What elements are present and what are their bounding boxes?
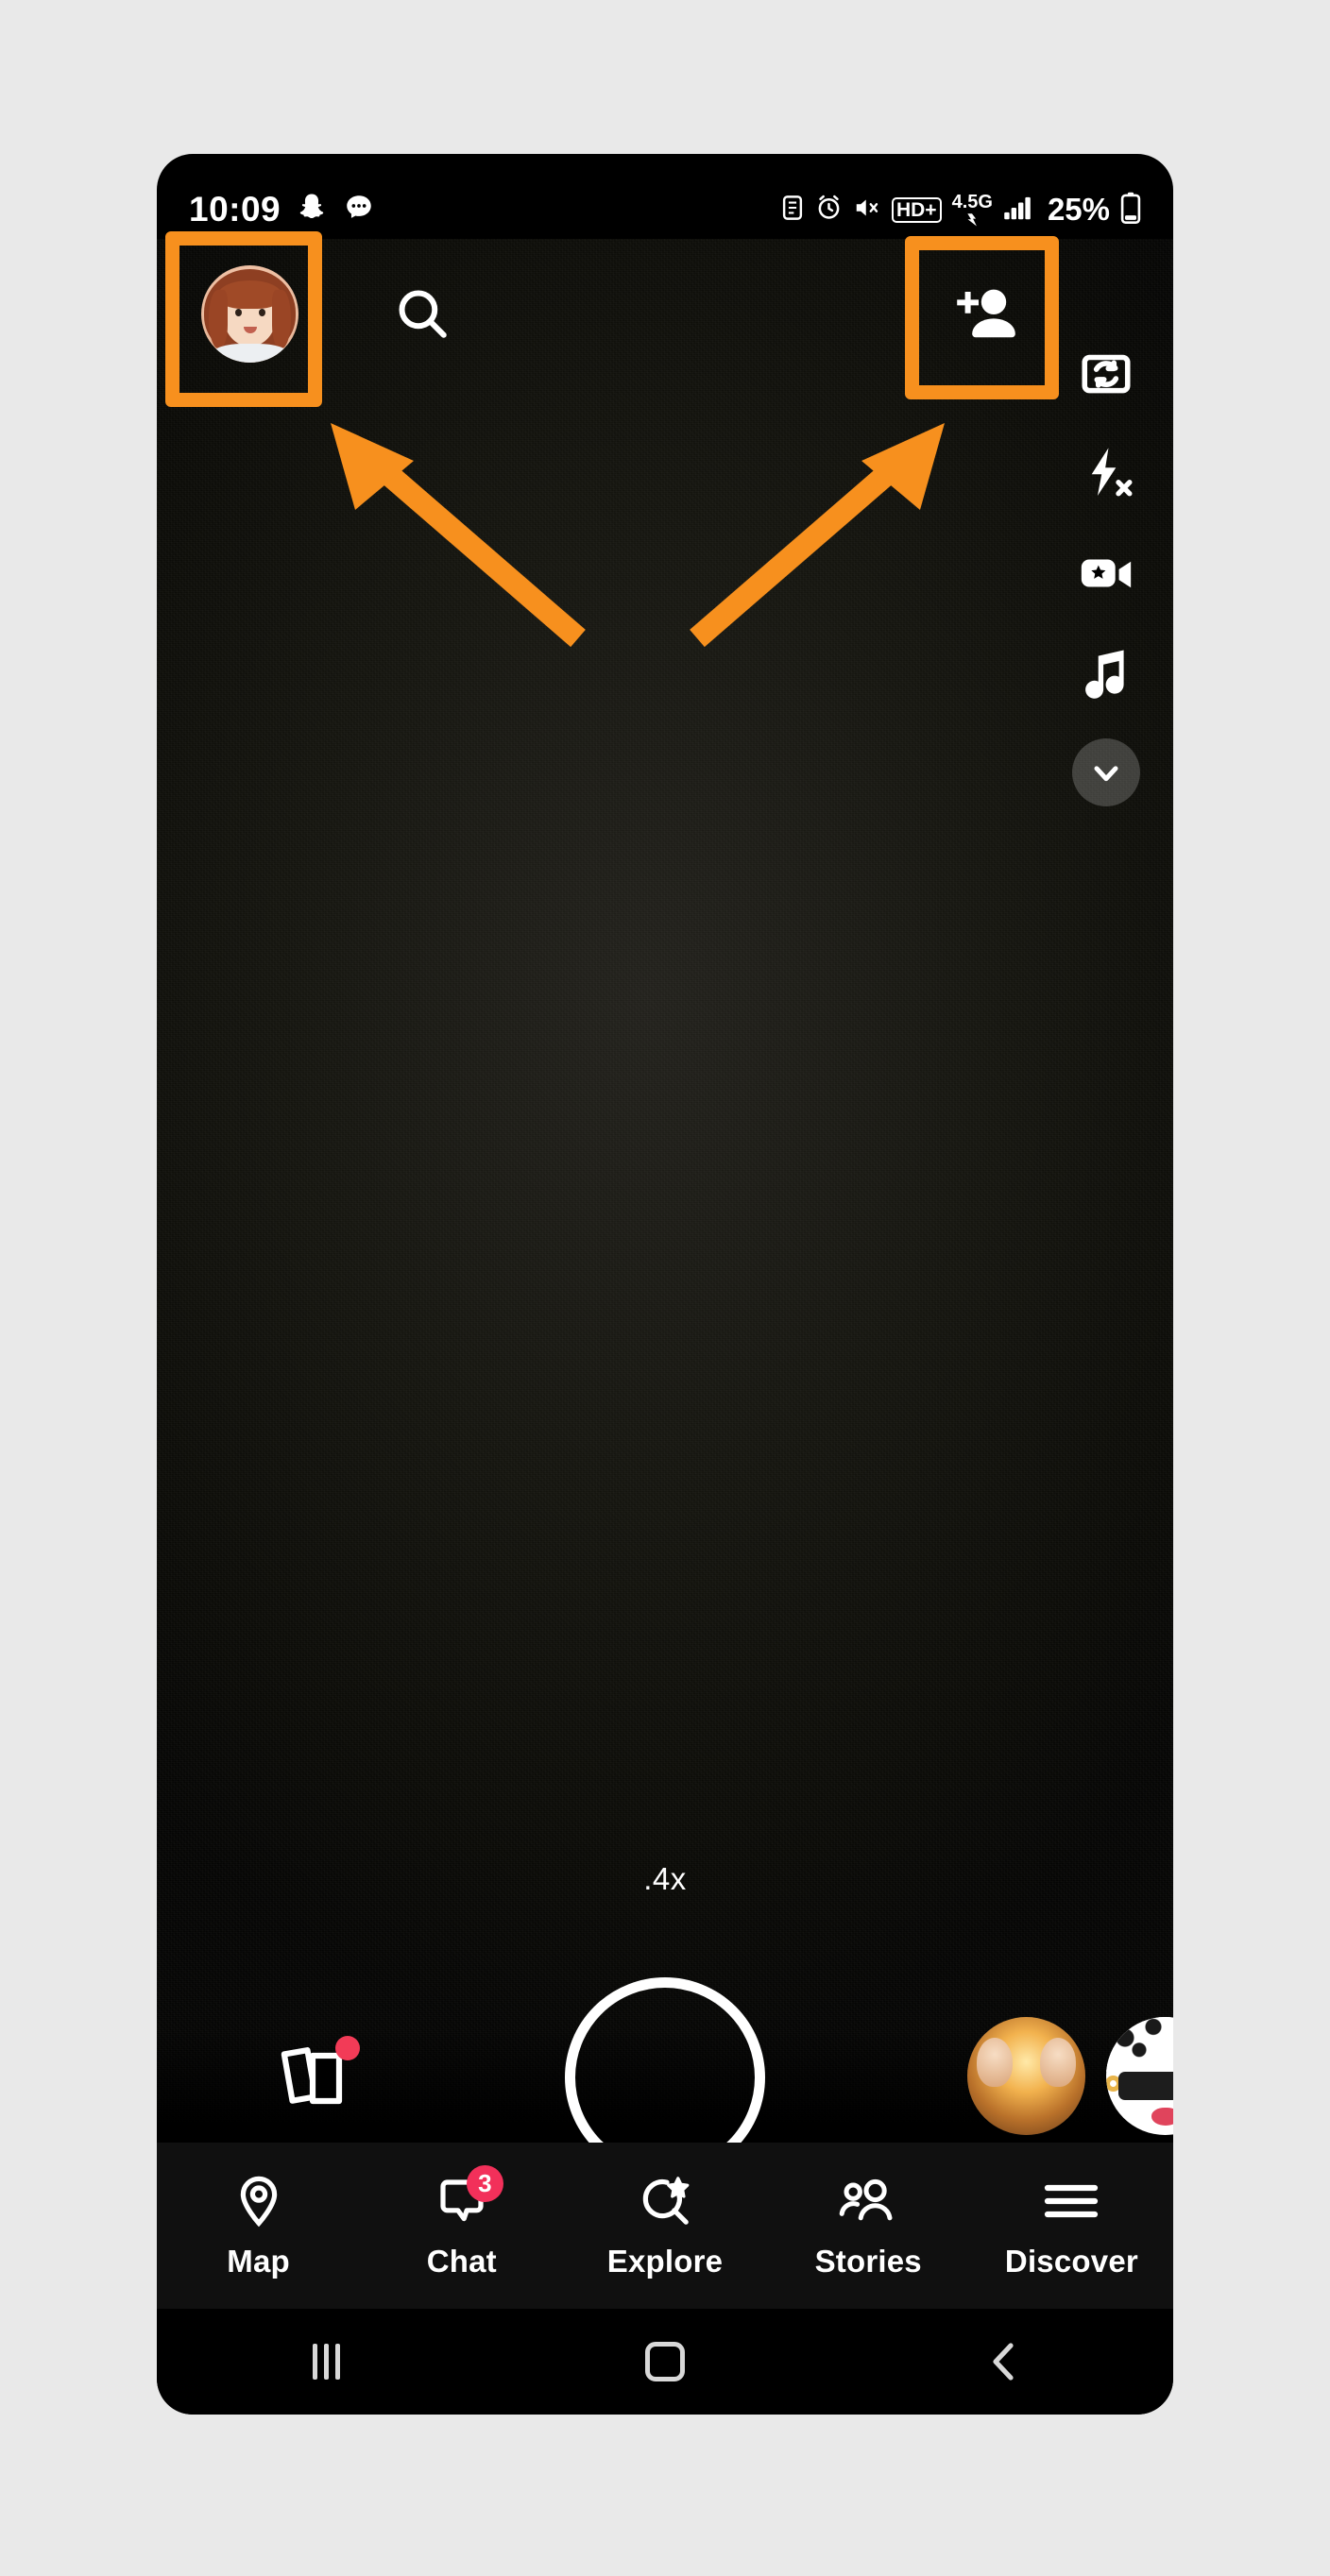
lens-thumbnail-1-image xyxy=(967,2017,1085,2135)
flash-off-icon[interactable] xyxy=(1072,438,1140,506)
nav-label-map: Map xyxy=(227,2244,290,2279)
mute-icon xyxy=(853,195,881,226)
screenshot-canvas: 10:09 HD+ 4.5G 25% .4x Map 3 Chat Explor… xyxy=(0,0,1330,2576)
recents-bar-1 xyxy=(312,2344,317,2380)
arrow-to-avatar xyxy=(331,423,586,648)
chat-unread-badge: 3 xyxy=(466,2165,503,2202)
viewfinder-noise xyxy=(157,239,1173,2143)
chat-bubble-status-icon xyxy=(343,192,375,229)
recents-bar-2 xyxy=(323,2344,329,2380)
bottom-nav-bar: Map 3 Chat Explore Stories Discover xyxy=(157,2143,1173,2309)
lens-2-spots xyxy=(1106,2017,1173,2072)
status-bar-left: 10:09 xyxy=(189,190,375,229)
lens-thumbnail-2[interactable] xyxy=(1106,2017,1173,2135)
map-pin-icon xyxy=(228,2172,290,2230)
search-icon[interactable] xyxy=(393,284,452,343)
music-note-icon[interactable] xyxy=(1072,638,1140,706)
memories-icon[interactable] xyxy=(275,2036,360,2111)
zoom-level-label: .4x xyxy=(643,1861,687,1896)
hd-plus-icon: HD+ xyxy=(891,196,942,223)
memories-unread-dot xyxy=(335,2036,360,2060)
nav-label-discover: Discover xyxy=(1004,2244,1138,2279)
recents-bar-3 xyxy=(334,2344,340,2380)
lens-2-lips xyxy=(1151,2108,1173,2126)
lens-thumbnail-1[interactable] xyxy=(967,2017,1085,2135)
system-nav-bar xyxy=(157,2309,1173,2415)
chevron-down-icon[interactable] xyxy=(1072,738,1140,806)
lens-thumbnail-2-image xyxy=(1106,2017,1173,2135)
stories-people-icon xyxy=(837,2172,899,2230)
nav-item-chat[interactable]: 3 Chat xyxy=(360,2143,563,2309)
nav-item-stories[interactable]: Stories xyxy=(767,2143,970,2309)
highlight-avatar xyxy=(165,231,322,407)
nav-label-chat: Chat xyxy=(426,2244,497,2279)
home-icon[interactable] xyxy=(496,2342,835,2381)
phone-screenshot: 10:09 HD+ 4.5G 25% .4x Map 3 Chat Explor… xyxy=(157,154,1173,2415)
camera-tool-rail xyxy=(1056,338,1156,806)
flip-camera-icon[interactable] xyxy=(1072,338,1140,406)
highlight-add-friend xyxy=(905,236,1059,399)
nav-label-explore: Explore xyxy=(606,2244,724,2279)
lens-2-sunglasses xyxy=(1118,2072,1173,2100)
network-generation-label: 4.5G xyxy=(951,191,993,212)
nav-item-map[interactable]: Map xyxy=(157,2143,360,2309)
status-bar-right: HD+ 4.5G 25% xyxy=(780,192,1141,229)
nav-item-discover[interactable]: Discover xyxy=(970,2143,1173,2309)
chat-bubble-icon: 3 xyxy=(431,2165,503,2230)
battery-icon xyxy=(1120,192,1141,229)
nav-label-stories: Stories xyxy=(814,2244,922,2279)
network-generation-icon: 4.5G xyxy=(952,193,993,228)
recents-icon[interactable] xyxy=(157,2344,496,2380)
battery-percent-label: 25% xyxy=(1047,192,1110,227)
hamburger-icon xyxy=(1040,2172,1102,2230)
snapchat-ghost-icon xyxy=(296,192,328,229)
arrow-to-add-friend xyxy=(690,423,945,648)
status-bar-clock: 10:09 xyxy=(189,190,281,229)
clipboard-icon xyxy=(780,194,805,227)
signal-bars-icon xyxy=(1003,195,1033,226)
alarm-icon xyxy=(815,194,843,226)
back-icon[interactable] xyxy=(834,2339,1173,2384)
nav-item-explore[interactable]: Explore xyxy=(563,2143,766,2309)
status-bar: 10:09 HD+ 4.5G 25% xyxy=(157,180,1173,239)
camera-viewfinder[interactable] xyxy=(157,239,1173,2143)
explore-star-icon xyxy=(634,2172,696,2230)
spotlight-video-icon[interactable] xyxy=(1072,538,1140,606)
